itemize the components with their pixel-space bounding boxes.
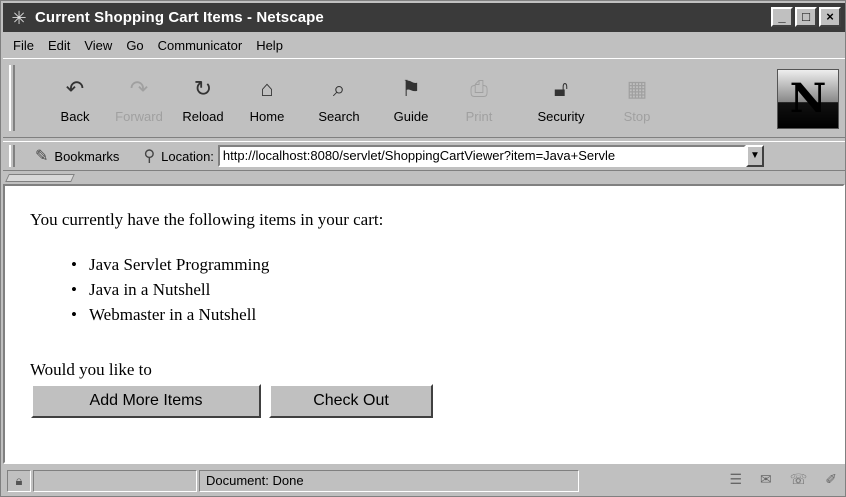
menu-go[interactable]: Go bbox=[120, 38, 149, 53]
question-text: Would you like to bbox=[30, 360, 152, 379]
stop-label: Stop bbox=[623, 109, 651, 124]
location-label: Location: bbox=[161, 148, 214, 164]
menu-view[interactable]: View bbox=[78, 38, 118, 53]
back-label: Back bbox=[60, 109, 90, 124]
toolbar-grip[interactable] bbox=[9, 65, 15, 131]
component-bar: ☰ ✉ ☏ ✐ bbox=[729, 471, 837, 488]
search-label: Search bbox=[318, 109, 360, 124]
collapsed-toolbar-strip bbox=[3, 173, 845, 183]
back-arrow-icon: ↶ bbox=[65, 76, 85, 101]
check-out-button[interactable]: Check Out bbox=[269, 384, 433, 418]
security-button[interactable]: 🔓︎ Security bbox=[529, 67, 593, 131]
home-label: Home bbox=[249, 109, 285, 124]
page-content: You currently have the following items i… bbox=[3, 184, 845, 464]
bookmarks-label: Bookmarks bbox=[54, 148, 120, 164]
list-item: Java Servlet Programming bbox=[71, 252, 269, 277]
forward-arrow-icon: ↷ bbox=[129, 76, 149, 101]
menu-bar: File Edit View Go Communicator Help bbox=[3, 34, 845, 56]
cart-items-list: Java Servlet Programming Java in a Nutsh… bbox=[71, 252, 269, 327]
collapsed-toolbar-tab[interactable] bbox=[5, 174, 75, 182]
home-button[interactable]: ⌂ Home bbox=[235, 67, 299, 131]
menu-communicator[interactable]: Communicator bbox=[152, 38, 249, 53]
mail-icon[interactable]: ✉ bbox=[760, 471, 772, 488]
title-bar[interactable]: ✳ Current Shopping Cart Items - Netscape… bbox=[3, 3, 845, 32]
cart-intro-text: You currently have the following items i… bbox=[30, 210, 384, 229]
menu-file[interactable]: File bbox=[7, 38, 40, 53]
security-status-icon[interactable]: 🔒︎ bbox=[7, 470, 31, 492]
progress-bar bbox=[33, 470, 197, 492]
netscape-logo[interactable]: N bbox=[777, 69, 839, 129]
stop-button[interactable]: ▦ Stop bbox=[605, 67, 669, 131]
bookmarks-button[interactable]: ✎ Bookmarks bbox=[35, 146, 119, 166]
url-dropdown-button[interactable]: ▼ bbox=[745, 145, 764, 167]
search-button[interactable]: ⌕ Search bbox=[307, 67, 371, 131]
reload-button[interactable]: ↻ Reload bbox=[171, 67, 235, 131]
print-label: Print bbox=[465, 109, 493, 124]
composer-icon[interactable]: ✐ bbox=[825, 471, 837, 488]
security-lock-icon: 🔓︎ bbox=[553, 76, 569, 101]
close-button[interactable]: × bbox=[819, 7, 841, 27]
guide-label: Guide bbox=[393, 109, 429, 124]
print-button[interactable]: ⎙ Print bbox=[447, 67, 511, 131]
bookmarks-icon: ✎ bbox=[35, 148, 49, 165]
status-text: Document: Done bbox=[199, 470, 579, 492]
menu-help[interactable]: Help bbox=[250, 38, 289, 53]
security-label: Security bbox=[537, 109, 585, 124]
reload-label: Reload bbox=[182, 109, 224, 124]
guide-icon: ⚑ bbox=[401, 76, 421, 101]
minimize-button[interactable]: _ bbox=[771, 7, 793, 27]
page-proxy-icon[interactable]: ⚲ bbox=[143, 146, 155, 166]
browser-window: ✳ Current Shopping Cart Items - Netscape… bbox=[0, 0, 846, 497]
location-label-group: ⚲ Location: bbox=[143, 146, 213, 166]
add-more-items-button[interactable]: Add More Items bbox=[31, 384, 261, 418]
back-button[interactable]: ↶ Back bbox=[43, 67, 107, 131]
url-input[interactable]: http://localhost:8080/servlet/ShoppingCa… bbox=[217, 145, 746, 167]
list-item: Java in a Nutshell bbox=[71, 277, 269, 302]
navigator-icon[interactable]: ☰ bbox=[729, 471, 742, 488]
netscape-app-icon[interactable]: ✳ bbox=[9, 8, 29, 28]
reload-icon: ↻ bbox=[193, 76, 213, 101]
list-item: Webmaster in a Nutshell bbox=[71, 302, 269, 327]
location-toolbar-grip[interactable] bbox=[9, 145, 15, 167]
location-toolbar: ✎ Bookmarks ⚲ Location: http://localhost… bbox=[3, 141, 845, 171]
window-title: Current Shopping Cart Items - Netscape bbox=[35, 9, 324, 26]
print-icon: ⎙ bbox=[470, 76, 488, 101]
discussion-icon[interactable]: ☏ bbox=[790, 471, 808, 488]
window-controls: _ □ × bbox=[771, 7, 841, 27]
status-bar: 🔒︎ Document: Done ☰ ✉ ☏ ✐ bbox=[3, 467, 845, 495]
stop-icon: ▦ bbox=[626, 76, 648, 101]
menu-edit[interactable]: Edit bbox=[42, 38, 76, 53]
forward-label: Forward bbox=[115, 109, 163, 124]
home-icon: ⌂ bbox=[260, 76, 274, 101]
forward-button[interactable]: ↷ Forward bbox=[107, 67, 171, 131]
navigation-toolbar: ↶ Back ↷ Forward ↻ Reload ⌂ Home ⌕ Searc… bbox=[3, 58, 845, 138]
maximize-button[interactable]: □ bbox=[795, 7, 817, 27]
search-icon: ⌕ bbox=[332, 76, 346, 101]
guide-button[interactable]: ⚑ Guide bbox=[379, 67, 443, 131]
